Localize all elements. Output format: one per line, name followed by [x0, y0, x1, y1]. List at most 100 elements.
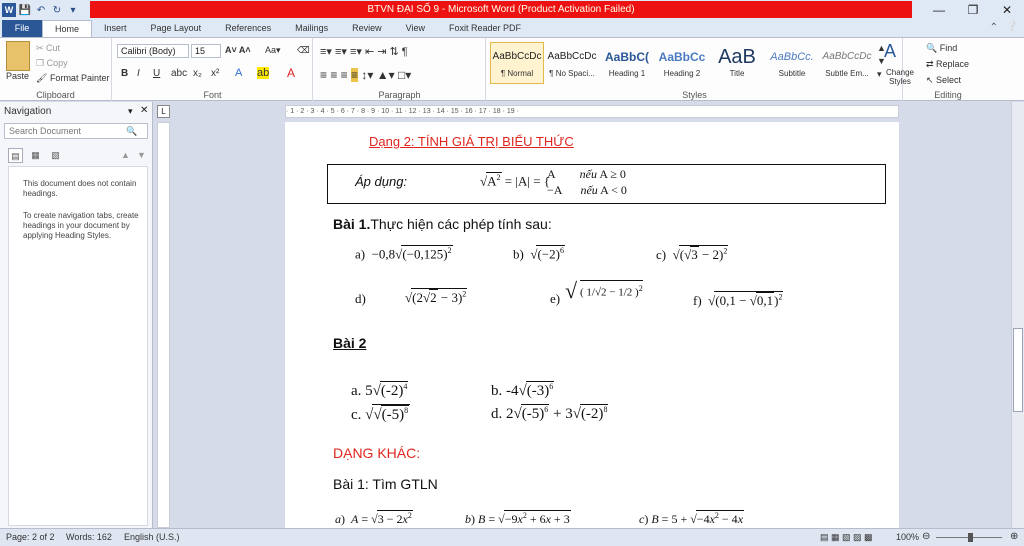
- redo-icon[interactable]: ↻: [50, 5, 64, 16]
- bai2-d: d. 2√(-5)6 + 3√(-2)8: [491, 404, 609, 422]
- nav-view-tabs: ▤ ▦ ▧ ▲ ▼: [4, 146, 148, 166]
- clipboard-group: Paste ✂ Cut ❐ Copy 🖌 Format Painter Clip…: [0, 38, 112, 101]
- help-icon[interactable]: ❔: [1006, 21, 1018, 32]
- cut-button[interactable]: ✂ Cut: [36, 43, 60, 54]
- styles-group: AaBbCcDc ¶ Normal AaBbCcDc ¶ No Spaci... A…: [487, 38, 914, 101]
- strikethrough-button[interactable]: abc: [171, 68, 187, 79]
- collapse-ribbon-icon[interactable]: ⌃: [990, 22, 998, 33]
- tab-insert[interactable]: Insert: [92, 20, 139, 37]
- undo-icon[interactable]: ↶: [34, 5, 48, 16]
- horizontal-ruler[interactable]: · 1 · 2 · 3 · 4 · 5 · 6 · 7 · 8 · 9 · 10…: [285, 105, 899, 118]
- font-size-select[interactable]: 15: [191, 44, 221, 58]
- style-no-spacing[interactable]: AaBbCcDc ¶ No Spaci...: [545, 42, 599, 84]
- paragraph-label: Paragraph: [378, 90, 421, 100]
- paste-icon[interactable]: [6, 41, 30, 71]
- tab-selector[interactable]: L: [157, 105, 170, 118]
- headings-view-icon[interactable]: ▤: [8, 148, 23, 163]
- nav-down-icon[interactable]: ▼: [134, 148, 149, 163]
- highlight-icon[interactable]: ab: [257, 67, 270, 79]
- pages-view-icon[interactable]: ▦: [28, 148, 43, 163]
- tab-mailings[interactable]: Mailings: [283, 20, 340, 37]
- apdung-label: Áp dụng:: [355, 174, 408, 189]
- font-name-select[interactable]: Calibri (Body): [117, 44, 189, 58]
- tab-page-layout[interactable]: Page Layout: [139, 20, 214, 37]
- bai1-e-label: e): [550, 291, 561, 306]
- paste-button[interactable]: Paste: [6, 71, 29, 81]
- vertical-scrollbar[interactable]: [1011, 102, 1024, 528]
- bai1-d-label: d): [355, 291, 366, 306]
- nav-search-icon[interactable]: 🔍: [126, 126, 137, 137]
- change-styles-icon[interactable]: A: [884, 41, 896, 62]
- italic-button[interactable]: I: [137, 68, 140, 79]
- zoom-in-button[interactable]: ⊕: [1010, 531, 1018, 542]
- bai2-c: c. √√(-5)8: [351, 404, 411, 423]
- word-count[interactable]: Words: 162: [66, 532, 112, 542]
- superscript-button[interactable]: x²: [211, 68, 219, 79]
- bai2-b: b. -4√(-3)6: [491, 381, 555, 399]
- subscript-button[interactable]: x₂: [193, 68, 202, 79]
- bai1-b: b) √(−2)6: [513, 245, 565, 262]
- nav-title: Navigation: [4, 106, 52, 117]
- vertical-ruler[interactable]: [157, 122, 170, 528]
- align-icons[interactable]: ≡ ≡ ≡ ≡ ↕▾ ▲▾ □▾: [320, 68, 411, 82]
- zoom-slider-thumb[interactable]: [968, 533, 973, 542]
- replace-button[interactable]: ⇄ Replace: [926, 59, 969, 70]
- paragraph-group: ≡▾ ≡▾ ≡▾ ⇤ ⇥ ⇅ ¶ ≡ ≡ ≡ ≡ ↕▾ ▲▾ □▾ Paragr…: [314, 38, 486, 101]
- bai1-gtln: Bài 1: Tìm GTLN: [333, 476, 438, 492]
- style-subtitle[interactable]: AaBbCc. Subtitle: [765, 42, 819, 84]
- zoom-level[interactable]: 100%: [896, 532, 919, 542]
- scroll-thumb[interactable]: [1013, 328, 1023, 412]
- select-button[interactable]: ↖ Select: [926, 75, 961, 86]
- find-button[interactable]: 🔍 Find: [926, 43, 957, 54]
- format-painter-button[interactable]: 🖌 Format Painter: [36, 73, 109, 84]
- ribbon: Paste ✂ Cut ❐ Copy 🖌 Format Painter Clip…: [0, 37, 1024, 101]
- gtln-c: c) B = 5 + √−4x2 − 4x: [639, 510, 745, 526]
- style-subtle-emphasis[interactable]: AaBbCcDc Subtle Em...: [820, 42, 874, 84]
- style-heading-2[interactable]: AaBbCc Heading 2: [655, 42, 709, 84]
- clear-format-icon[interactable]: ⌫: [297, 45, 310, 56]
- word-logo-icon: W: [2, 3, 16, 17]
- change-styles-button[interactable]: Change Styles: [883, 68, 917, 86]
- bai1-line: Bài 1.Thực hiện các phép tính sau:: [333, 216, 552, 232]
- document-page[interactable]: Dạng 2: TÍNH GIÁ TRỊ BIỂU THỨC Áp dụng: …: [285, 122, 899, 528]
- bullets-icon[interactable]: ≡▾ ≡▾ ≡▾ ⇤ ⇥ ⇅ ¶: [320, 45, 408, 58]
- tab-references[interactable]: References: [213, 20, 283, 37]
- page-count[interactable]: Page: 2 of 2: [6, 532, 55, 542]
- style-heading-1[interactable]: AaBbC(Heading 1: [600, 42, 654, 84]
- navigation-pane: Navigation ▾ ✕ Search Document 🔍 ▤ ▦ ▧ ▲…: [0, 102, 153, 528]
- results-view-icon[interactable]: ▧: [48, 148, 63, 163]
- style-title[interactable]: AaB Title: [710, 42, 764, 84]
- bai1-d: √(2√2 − 3)2: [405, 288, 468, 305]
- nav-options-icon[interactable]: ▾: [128, 106, 133, 117]
- font-color-icon[interactable]: A: [287, 66, 295, 80]
- view-mode-icons[interactable]: ▤ ▦ ▧ ▨ ▩: [820, 532, 873, 543]
- dang-khac-heading: DẠNG KHÁC:: [333, 445, 421, 461]
- bold-button[interactable]: B: [121, 68, 128, 79]
- bai1-a: a) −0,8√(−0,125)2: [355, 245, 453, 262]
- tab-file[interactable]: File: [2, 20, 42, 37]
- font-label: Font: [203, 90, 222, 100]
- underline-button[interactable]: U: [153, 68, 160, 79]
- change-case-button[interactable]: Aa▾: [265, 45, 281, 56]
- nav-up-icon[interactable]: ▲: [118, 148, 133, 163]
- copy-button[interactable]: ❐ Copy: [36, 58, 68, 69]
- customize-icon[interactable]: ▾: [66, 5, 80, 16]
- zoom-out-button[interactable]: ⊖: [922, 531, 930, 542]
- tab-foxit[interactable]: Foxit Reader PDF: [437, 20, 533, 37]
- grow-shrink-font[interactable]: A˅ A˄: [225, 45, 251, 55]
- language[interactable]: English (U.S.): [124, 532, 180, 542]
- restore-button[interactable]: ❐: [956, 0, 990, 20]
- tab-view[interactable]: View: [394, 20, 437, 37]
- bai1-label: Bài 1.: [333, 216, 371, 232]
- tab-home[interactable]: Home: [42, 20, 93, 37]
- save-icon[interactable]: 💾: [18, 5, 32, 16]
- style-normal[interactable]: AaBbCcDc ¶ Normal: [490, 42, 544, 84]
- bai2-a: a. 5√(-2)4: [351, 381, 409, 399]
- gtln-b: b) B = √−9x2 + 6x + 3: [465, 510, 571, 526]
- nav-close-icon[interactable]: ✕: [140, 105, 148, 116]
- tab-review[interactable]: Review: [340, 20, 394, 37]
- close-button[interactable]: ✕: [990, 0, 1024, 20]
- minimize-button[interactable]: —: [922, 0, 956, 20]
- text-effects-icon[interactable]: A: [235, 67, 242, 79]
- bai1-c: c) √(√3 − 2)2: [656, 245, 729, 262]
